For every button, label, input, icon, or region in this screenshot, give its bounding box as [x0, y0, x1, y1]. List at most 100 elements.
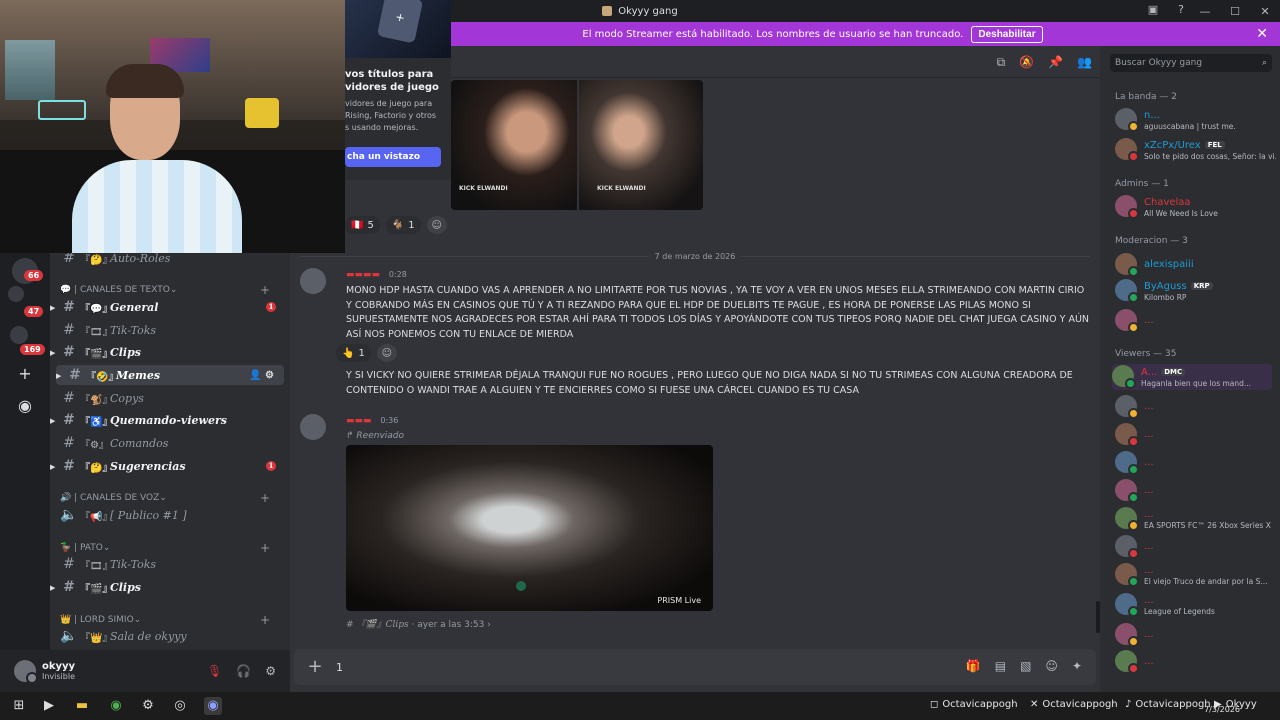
obs-icon[interactable]: ◎ [171, 697, 189, 715]
discover-icon[interactable]: ◉ [14, 395, 36, 417]
message-text: Y SI VICKY NO QUIERE STRIMEAR DÉJALA TRA… [346, 370, 1073, 396]
channel-item[interactable]: # 『🎞』 Tik-Toks [50, 320, 290, 340]
add-reaction-button[interactable]: ☺ [426, 216, 447, 234]
headphones-icon[interactable]: 🎧 [236, 664, 251, 678]
member-group-header: La banda — 2 [1115, 92, 1177, 102]
member-item[interactable]: ByAguss KRP Kilombo RP [1115, 278, 1275, 304]
gift-icon[interactable]: 🎁 [966, 659, 981, 673]
notifications-muted-icon[interactable]: 🔕 [1019, 55, 1034, 70]
emoji-icon[interactable]: ☺ [1045, 659, 1058, 673]
media-icon[interactable]: ▶ [40, 697, 58, 715]
gif-icon[interactable]: ▤ [995, 659, 1006, 673]
channel-item[interactable]: # 『🤔』 Auto-Roles [50, 252, 290, 268]
pin-icon[interactable]: 📌 [1048, 55, 1063, 70]
avatar [1115, 309, 1139, 333]
member-item[interactable]: ... League of Legends [1115, 592, 1275, 618]
channel-item[interactable]: ▶ # 『♿』 Quemando-viewers [50, 410, 290, 430]
sticker-icon[interactable]: ▧ [1020, 659, 1031, 673]
maximize-button[interactable]: ☐ [1220, 5, 1250, 18]
mic-muted-icon[interactable]: 🎙 [207, 664, 222, 678]
member-item[interactable]: ... [1115, 534, 1275, 560]
add-reaction-button[interactable]: ☺ [376, 344, 397, 362]
channel-item[interactable]: ▶ # 『🤔』 Sugerencias 1 [50, 456, 290, 476]
channel-item[interactable]: ▶ # 『🎬』 Clips [50, 577, 290, 597]
video-attachment[interactable]: PRISM Live [346, 445, 713, 611]
channel-item[interactable]: # 『🐒』 Copys [50, 388, 290, 408]
help-icon[interactable]: ? [1174, 3, 1188, 17]
close-window-button[interactable]: ✕ [1250, 5, 1280, 18]
member-name: ... [1144, 541, 1154, 552]
reaction[interactable]: 🇵🇪 5 [345, 216, 380, 234]
photo-watermark: KICK ELWANDI [459, 185, 508, 192]
windows-start-icon[interactable]: ⊞ [10, 697, 28, 715]
member-item[interactable]: Chavelaa All We Need Is Love [1115, 194, 1275, 220]
neon-sign [38, 100, 86, 120]
add-server-icon[interactable]: + [14, 363, 36, 385]
server-icon[interactable] [10, 326, 28, 344]
member-item[interactable]: ... [1115, 394, 1275, 420]
threads-icon[interactable]: ⧉ [997, 55, 1006, 70]
image-attachment[interactable]: KICK ELWANDI KICK ELWANDI [451, 80, 703, 210]
member-item[interactable]: ... [1115, 450, 1275, 476]
channel-category[interactable]: 💬 | CANALES DE TEXTO ⌄ + [60, 282, 284, 298]
voice-channel[interactable]: 🔈 『📢』[ Publico #1 ] [50, 505, 290, 525]
banner-text: El modo Streamer está habilitado. Los no… [582, 28, 964, 40]
reaction[interactable]: 🐐 1 [385, 216, 421, 234]
settings-icon[interactable]: ⚙ [139, 697, 157, 715]
channel-item[interactable]: # 『🎞』 Tik-Toks [50, 554, 290, 574]
member-item[interactable]: n... aguuscabana | trust me. [1115, 107, 1275, 133]
disable-streamer-button[interactable]: Deshabilitar [971, 25, 1043, 43]
member-item[interactable]: ... EA SPORTS FC™ 26 Xbox Series X [1115, 506, 1275, 532]
message-composer[interactable]: + 1 🎁 ▤ ▧ ☺ ✦ [294, 649, 1096, 685]
avatar[interactable] [14, 660, 38, 684]
message-author[interactable]: ▬▬▬▬ [346, 270, 380, 280]
member-item[interactable]: xZcPx/Urex FEL Solo te pido dos cosas, Señ… [1115, 137, 1276, 163]
server-icon[interactable] [8, 286, 24, 302]
member-item[interactable]: alexispaiii [1115, 252, 1275, 278]
create-channel-icon[interactable]: + [260, 541, 270, 555]
attach-plus-icon[interactable]: + [304, 656, 326, 678]
close-icon[interactable]: ✕ [1256, 26, 1268, 42]
search-input[interactable]: Buscar Okyyy gang ⌕ [1110, 54, 1272, 72]
member-list-icon[interactable]: 👥 [1077, 55, 1092, 70]
channel-item[interactable]: ▶ # 『🎬』 Clips [50, 342, 290, 362]
member-item[interactable]: ... [1115, 308, 1275, 334]
promo-button[interactable]: cha un vistazo [345, 147, 441, 167]
avatar[interactable] [300, 414, 326, 440]
member-item[interactable]: ... [1115, 649, 1275, 675]
member-item[interactable]: ... [1115, 422, 1275, 448]
search-placeholder: Buscar Okyyy gang [1115, 58, 1203, 68]
member-item[interactable]: ... [1115, 478, 1275, 504]
member-item[interactable]: A... DMC Haganla bien que los mand... [1112, 364, 1272, 390]
create-channel-icon[interactable]: + [260, 491, 270, 505]
channel-emoji: 『🤔』 [80, 462, 113, 474]
channel-item[interactable]: # 『⚙』 Comandos [50, 433, 290, 453]
channel-category[interactable]: 🔊 | CANALES DE VOZ ⌄ + [60, 490, 284, 506]
minimize-button[interactable]: — [1190, 5, 1220, 18]
create-channel-icon[interactable]: + [260, 283, 270, 297]
forward-source[interactable]: # 『🎬』Clips · ayer a las 3:53 › [346, 617, 491, 630]
channel-item[interactable]: ▶ # 『💬』 General 1 [50, 297, 290, 317]
hash-icon: # [63, 435, 75, 451]
reaction[interactable]: 👆 1 [336, 344, 371, 362]
channel-label: Sugerencias [110, 459, 186, 473]
create-channel-icon[interactable]: + [260, 613, 270, 627]
message-author[interactable]: ▬▬▬ [346, 416, 372, 426]
discord-icon[interactable]: ◉ [204, 697, 222, 715]
member-item[interactable]: ... El viejo Truco de andar por la S... [1115, 562, 1275, 588]
channel-settings-icon[interactable]: 👤 ⚙ [249, 370, 274, 381]
channel-label: Quemando-viewers [110, 413, 227, 427]
voice-channel[interactable]: 🔈 『👑』 Sala de okyyy [50, 626, 290, 646]
avatar[interactable] [300, 268, 326, 294]
inbox-icon[interactable]: ▣ [1146, 3, 1160, 17]
speaker-icon: 🔈 [60, 628, 78, 644]
channel-emoji: 『🎬』 [80, 583, 113, 595]
settings-gear-icon[interactable]: ⚙ [265, 664, 276, 678]
channel-label: [ Publico #1 ] [110, 508, 187, 522]
chrome-icon[interactable]: ◉ [107, 697, 125, 715]
folder-icon[interactable]: ▬ [73, 697, 91, 715]
composer-input[interactable]: 1 [336, 661, 343, 674]
member-item[interactable]: ... [1115, 622, 1275, 648]
channel-item[interactable]: ▶ # 『🤣』 Memes 👤 ⚙ [56, 365, 284, 385]
apps-icon[interactable]: ✦ [1072, 659, 1082, 673]
